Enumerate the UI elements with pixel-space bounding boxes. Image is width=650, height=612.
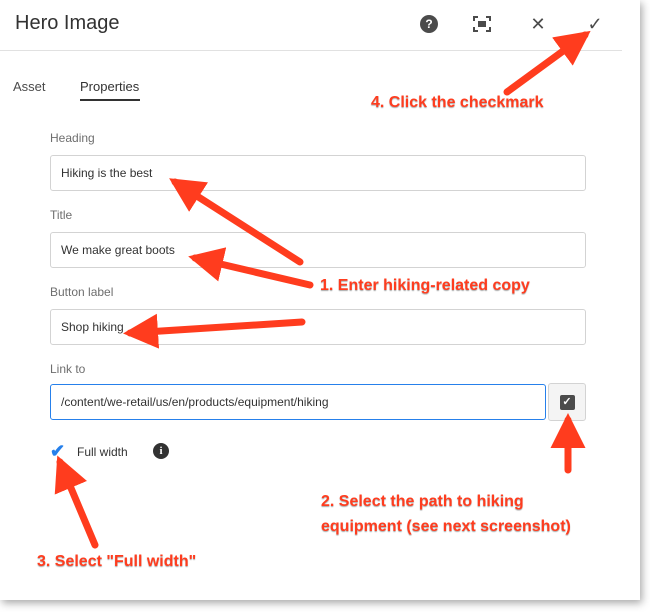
heading-field[interactable] <box>50 155 586 191</box>
full-width-label: Full width <box>77 445 128 459</box>
info-icon[interactable]: i <box>153 443 169 459</box>
title-label: Title <box>50 208 73 222</box>
annotation-step-2-line-1: 2. Select the path to hiking <box>321 493 524 510</box>
dialog-title: Hero Image <box>15 12 120 34</box>
full-width-checkbox[interactable]: ✔ <box>50 442 67 460</box>
tab-properties[interactable]: Properties <box>80 79 139 94</box>
active-tab-indicator <box>80 99 140 101</box>
heading-label: Heading <box>50 131 95 145</box>
header-divider <box>0 50 622 51</box>
fullscreen-icon[interactable] <box>472 14 492 34</box>
button-label-label: Button label <box>50 285 114 299</box>
annotation-step-2-line-2: equipment (see next screenshot) <box>321 518 571 535</box>
help-icon[interactable]: ? <box>420 15 438 33</box>
checkmark-icon[interactable]: ✓ <box>585 14 605 34</box>
annotation-step-1: 1. Enter hiking-related copy <box>320 277 530 294</box>
link-to-label: Link to <box>50 362 86 376</box>
path-picker-button[interactable]: ✓ <box>548 383 586 421</box>
title-field[interactable] <box>50 232 586 268</box>
tab-asset[interactable]: Asset <box>13 79 46 94</box>
annotation-step-3: 3. Select "Full width" <box>37 553 197 570</box>
button-label-field[interactable] <box>50 309 586 345</box>
link-to-field[interactable] <box>50 384 546 420</box>
annotation-step-4: 4. Click the checkmark <box>371 94 544 111</box>
browse-icon: ✓ <box>559 394 575 410</box>
hero-image-dialog: Hero Image ? ✕ ✓ Asset Properties Headin… <box>0 0 640 600</box>
close-icon[interactable]: ✕ <box>528 14 548 34</box>
